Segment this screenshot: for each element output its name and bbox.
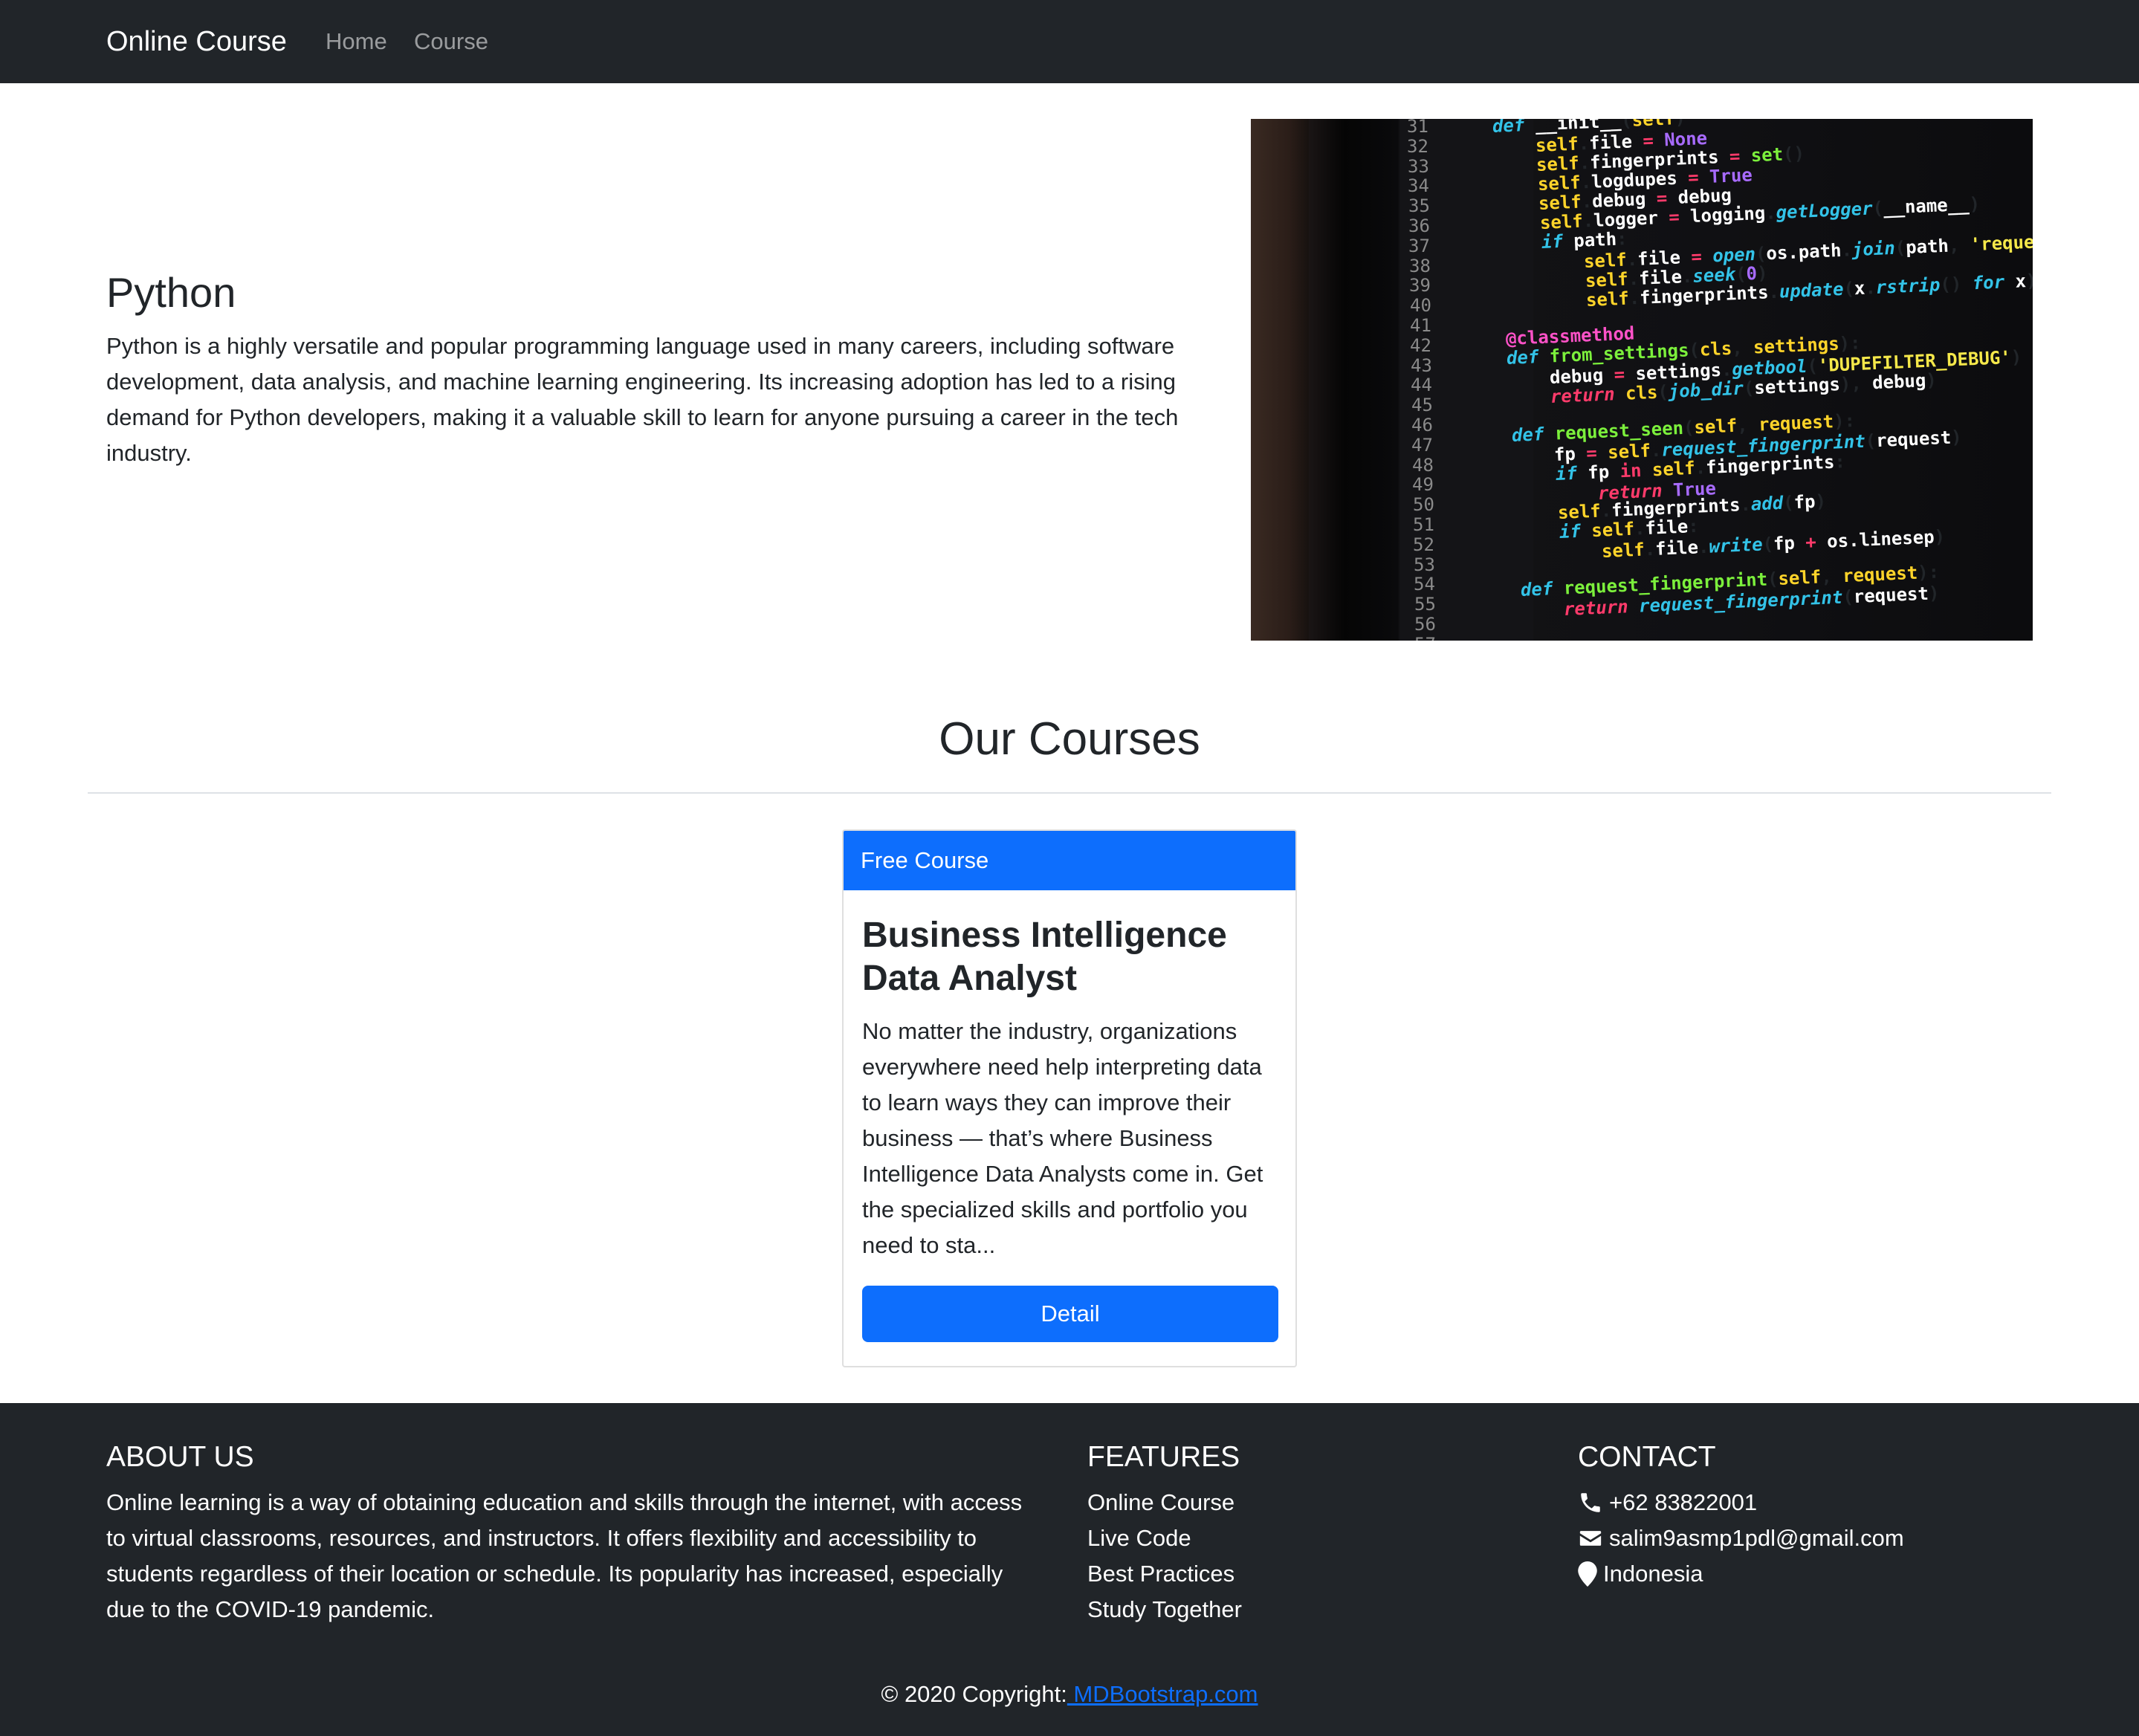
about-heading: ABOUT US [106, 1441, 254, 1473]
code-line-number: 46 [1411, 415, 1433, 435]
code-line-number: 34 [1408, 175, 1429, 197]
map-marker-icon [1578, 1561, 1597, 1587]
contact-email-text: salim9asmp1pdl@gmail.com [1609, 1525, 1904, 1551]
code-line-number: 38 [1409, 255, 1431, 276]
code-line-number: 49 [1412, 474, 1434, 496]
copyright-text: © 2020 Copyright: [881, 1681, 1067, 1707]
hero-description: Python is a highly versatile and popular… [106, 333, 1179, 466]
code-line-number: 51 [1413, 514, 1434, 535]
features-heading: FEATURES [1087, 1441, 1240, 1473]
contact-heading: CONTACT [1578, 1441, 1716, 1473]
phone-icon [1578, 1490, 1603, 1515]
code-line: self.file = open(os.path.join(path, 'req… [1583, 227, 2033, 272]
code-line-number: 40 [1410, 295, 1431, 317]
features-list: Online Course Live Code Best Practices S… [1087, 1485, 1242, 1628]
code-line-number: 53 [1414, 554, 1435, 575]
code-line-number: 50 [1413, 494, 1434, 516]
code-line-number: 57 [1414, 634, 1436, 641]
card-description: No matter the industry, organizations ev… [862, 1018, 1263, 1258]
feature-item-study-together: Study Together [1087, 1596, 1242, 1622]
code-line-number: 33 [1408, 155, 1429, 177]
code-line-number: 56 [1414, 614, 1436, 635]
footer: ABOUT US Online learning is a way of obt… [0, 1403, 2139, 1736]
contact-email: salim9asmp1pdl@gmail.com [1578, 1520, 1904, 1556]
code-line-number: 43 [1411, 354, 1432, 376]
code-line-number: 55 [1414, 594, 1436, 615]
contact-location-text: Indonesia [1603, 1561, 1703, 1587]
feature-item-online-course: Online Course [1087, 1489, 1235, 1515]
feature-item-live-code: Live Code [1087, 1525, 1191, 1551]
course-card: Free Course Business Intelligence Data A… [842, 829, 1297, 1367]
code-line-number: 44 [1411, 375, 1432, 396]
navbar-brand[interactable]: Online Course [106, 22, 287, 61]
card-badge: Free Course [844, 831, 1295, 890]
code-line-number: 32 [1407, 135, 1428, 157]
hero-title: Python [106, 269, 236, 316]
code-line-number: 41 [1410, 315, 1431, 336]
section-divider [88, 792, 2051, 794]
contact-location: Indonesia [1578, 1556, 1904, 1592]
contact-phone: +62 83822001 [1578, 1485, 1904, 1520]
envelope-icon [1578, 1526, 1603, 1551]
contact-list: +62 83822001 salim9asmp1pdl@gmail.com In… [1578, 1485, 1904, 1592]
code-line-number: 45 [1411, 395, 1433, 416]
copyright: © 2020 Copyright: MDBootstrap.com [0, 1678, 2139, 1711]
monitor-bezel [1309, 119, 1398, 641]
code-line-number: 42 [1410, 334, 1431, 356]
hero-code-image: 31def __init__(self)32self.file = None33… [1251, 119, 2033, 641]
code-line-number: 39 [1409, 275, 1431, 297]
code-line-number: 52 [1413, 534, 1434, 555]
code-line-number: 47 [1411, 434, 1433, 456]
card-title: Business Intelligence Data Analyst [862, 916, 1227, 998]
detail-button[interactable]: Detail [862, 1286, 1278, 1342]
code-line-number: 48 [1412, 454, 1434, 476]
courses-section-title: Our Courses [939, 713, 1200, 765]
nav-link-home[interactable]: Home [326, 25, 387, 58]
feature-item-best-practices: Best Practices [1087, 1561, 1235, 1587]
code-line: if path: [1541, 227, 1628, 253]
nav-link-course[interactable]: Course [414, 25, 488, 58]
code-line-number: 37 [1408, 235, 1430, 256]
code-line-number: 54 [1414, 574, 1435, 595]
contact-phone-text: +62 83822001 [1609, 1489, 1758, 1515]
navbar: Online Course Home Course [0, 0, 2139, 83]
about-text: Online learning is a way of obtaining ed… [106, 1489, 1023, 1622]
code-line-number: 31 [1407, 119, 1428, 137]
code-line-number: 36 [1408, 216, 1430, 236]
copyright-link[interactable]: MDBootstrap.com [1067, 1681, 1258, 1707]
code-line-number: 35 [1408, 195, 1430, 217]
